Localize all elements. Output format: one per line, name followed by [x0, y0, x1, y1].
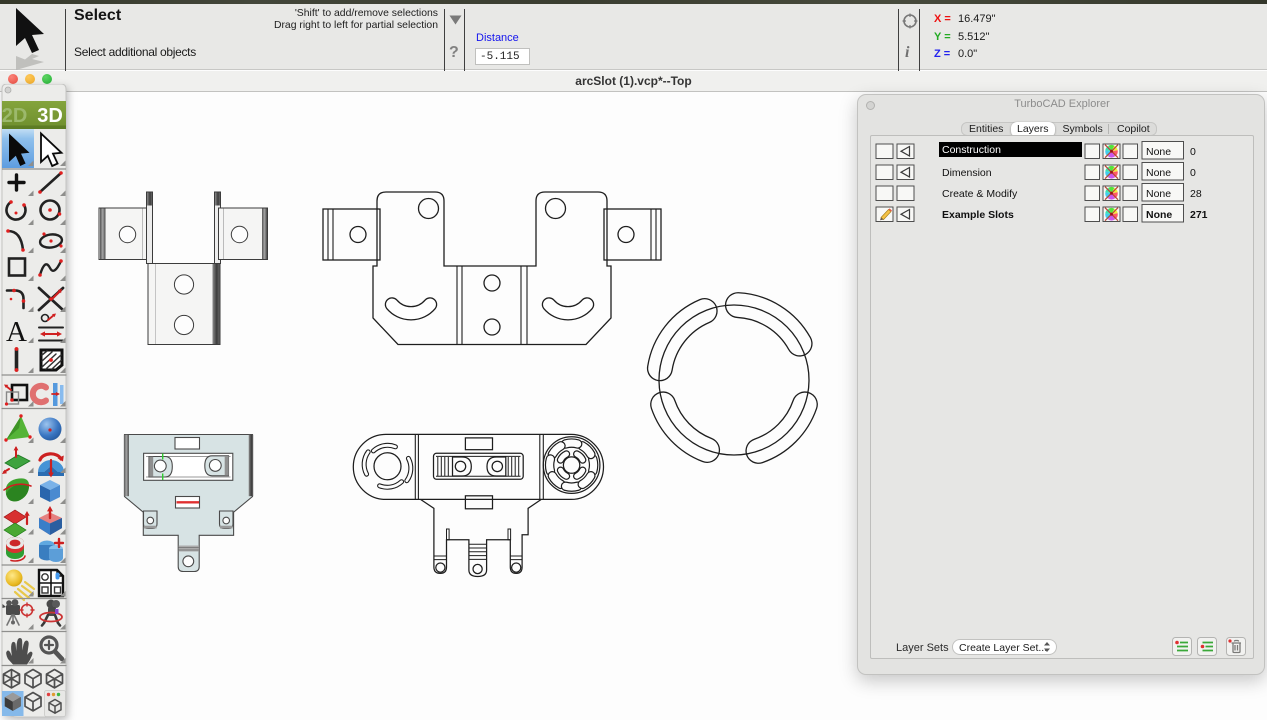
- svg-text:3D: 3D: [37, 105, 63, 127]
- svg-text:A: A: [6, 316, 27, 348]
- svg-text:2D: 2D: [2, 105, 28, 127]
